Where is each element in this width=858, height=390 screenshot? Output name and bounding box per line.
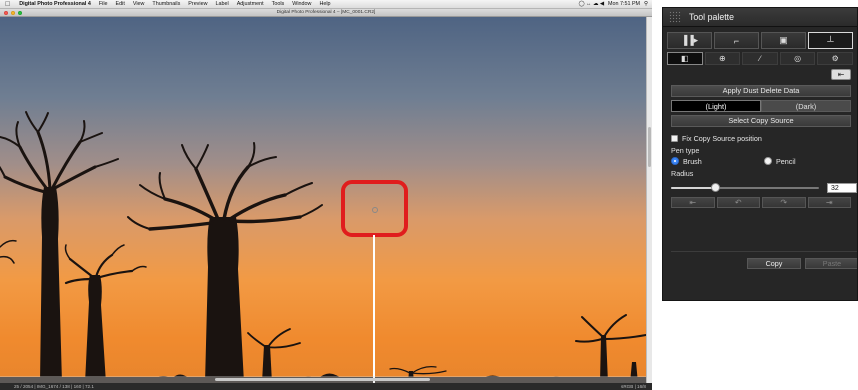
tool-palette: Tool palette ▐▐▸ ⌐ ▣ ┴ ◧ ⊕ ∕ ◎ ⚙ ⇤ Apply…	[662, 7, 858, 301]
menubar-status: ◯ ↔ ☁ ◀ Mon 7:51 PM ⚲	[579, 0, 648, 9]
menu-view[interactable]: View	[129, 0, 149, 9]
apple-icon[interactable]: 	[0, 0, 15, 9]
radius-slider-knob[interactable]	[711, 183, 720, 192]
apply-dust-delete-button[interactable]: Apply Dust Delete Data	[671, 85, 851, 97]
forward-end-icon: ⇥	[825, 198, 833, 207]
undo-icon: ↶	[734, 198, 742, 207]
paste-button[interactable]: Paste	[805, 258, 857, 269]
tab-stamp[interactable]: ┴	[808, 32, 853, 49]
pen-type-label: Pen type	[671, 146, 700, 155]
status-right: sRGB | 16/8	[621, 384, 646, 389]
window-controls	[4, 11, 22, 15]
palette-titlebar[interactable]: Tool palette	[663, 8, 857, 27]
undo-first-button[interactable]: ⇤	[671, 197, 715, 208]
tab-settings[interactable]: ⚙	[817, 52, 853, 65]
menu-adjustment[interactable]: Adjustment	[233, 0, 268, 9]
pen-pencil-option[interactable]: Pencil	[764, 157, 857, 166]
fix-copy-source-checkbox[interactable]	[671, 134, 678, 142]
redo-button[interactable]: ↷	[762, 197, 806, 208]
history-buttons: ⇤ ↶ ↷ ⇥	[671, 197, 851, 208]
callout-line	[373, 235, 375, 390]
menu-file[interactable]: File	[95, 0, 112, 9]
brush-label: Brush	[683, 156, 702, 166]
vertical-scroll-thumb[interactable]	[648, 127, 651, 167]
baobab-sunset-photo	[0, 17, 646, 383]
menubar-clock[interactable]: Mon 7:51 PM	[608, 0, 640, 9]
split-view-icon: ◧	[681, 54, 689, 63]
rewind-icon: ⇤	[689, 198, 697, 207]
fix-copy-source-label: Fix Copy Source position	[682, 133, 762, 143]
copy-button[interactable]: Copy	[747, 258, 801, 269]
tab-tone-curve[interactable]: ∕	[742, 52, 778, 65]
radius-value-input[interactable]: 32	[827, 183, 857, 193]
dark-button[interactable]: (Dark)	[761, 100, 851, 112]
undo-all-button[interactable]: ⇤	[831, 69, 851, 80]
menu-preview[interactable]: Preview	[184, 0, 211, 9]
horizontal-scrollbar[interactable]	[0, 376, 646, 383]
palette-sub-tabs: ◧ ⊕ ∕ ◎ ⚙	[663, 52, 857, 65]
tab-split-view[interactable]: ◧	[667, 52, 703, 65]
tab-color[interactable]: ◎	[779, 52, 816, 65]
window-title: Digital Photo Professional 4 – [MC_0001.…	[276, 10, 376, 15]
window-titlebar: Digital Photo Professional 4 – [MC_0001.…	[0, 9, 652, 17]
basic-adjust-icon: ▐▐▸	[680, 35, 699, 45]
menu-label[interactable]: Label	[211, 0, 232, 9]
palette-main-tabs: ▐▐▸ ⌐ ▣ ┴	[663, 32, 857, 49]
pen-type-radios: Brush Pencil	[671, 156, 857, 166]
redo-icon: ↷	[780, 198, 788, 207]
tone-curve-icon: ∕	[759, 54, 761, 63]
pencil-radio[interactable]	[764, 157, 772, 165]
spotlight-icon[interactable]: ⚲	[644, 0, 648, 9]
menu-thumbnails[interactable]: Thumbnails	[148, 0, 184, 9]
minimize-window-button[interactable]	[11, 11, 15, 15]
color-wheel-icon: ◎	[794, 54, 802, 63]
tab-basic-adjustment[interactable]: ▐▐▸	[667, 32, 712, 49]
menubar-status-icons[interactable]: ◯ ↔ ☁ ◀	[579, 0, 604, 9]
stamp-icon: ┴	[827, 35, 834, 46]
copy-paste-row: Copy Paste	[671, 251, 857, 269]
gear-icon: ⚙	[831, 54, 839, 63]
pencil-label: Pencil	[776, 156, 796, 166]
tab-crop[interactable]: ⌐	[714, 32, 759, 49]
radius-slider-fill	[671, 187, 715, 189]
vertical-scrollbar[interactable]	[646, 17, 652, 383]
dust-spot-marker	[372, 207, 378, 213]
screenshot-root:  Digital Photo Professional 4 File Edit…	[0, 0, 858, 390]
grip-icon[interactable]	[669, 11, 681, 23]
app-window:  Digital Photo Professional 4 File Edit…	[0, 0, 652, 390]
status-left: 25 / 2054 | IMG_1674 / 138 | 160 | 72.1	[14, 384, 94, 389]
status-bar: 25 / 2054 | IMG_1674 / 138 | 160 | 72.1 …	[0, 383, 652, 390]
image-icon: ▣	[779, 35, 788, 45]
magnify-icon: ⊕	[719, 54, 726, 63]
menu-bar:  Digital Photo Professional 4 File Edit…	[0, 0, 652, 9]
redo-last-button[interactable]: ⇥	[807, 197, 851, 208]
zoom-window-button[interactable]	[18, 11, 22, 15]
brush-radio[interactable]	[671, 157, 679, 165]
radius-label: Radius	[671, 169, 694, 178]
image-preview[interactable]	[0, 17, 646, 383]
undo-all-icon: ⇤	[837, 70, 845, 79]
close-window-button[interactable]	[4, 11, 8, 15]
pen-brush-option[interactable]: Brush	[671, 157, 764, 166]
horizontal-scroll-thumb[interactable]	[215, 378, 430, 381]
light-dark-toggle: (Light) (Dark)	[671, 100, 851, 112]
undo-row: ⇤	[663, 68, 857, 82]
light-button[interactable]: (Light)	[671, 100, 761, 112]
menu-app-name[interactable]: Digital Photo Professional 4	[15, 0, 95, 9]
menu-help[interactable]: Help	[315, 0, 334, 9]
menu-tools[interactable]: Tools	[268, 0, 289, 9]
crop-icon: ⌐	[733, 35, 740, 46]
tab-image[interactable]: ▣	[761, 32, 806, 49]
select-copy-source-button[interactable]: Select Copy Source	[671, 115, 851, 127]
radius-slider-row: 32	[671, 183, 857, 193]
palette-title: Tool palette	[689, 12, 734, 22]
menu-window[interactable]: Window	[288, 0, 315, 9]
undo-button[interactable]: ↶	[716, 197, 760, 208]
menu-edit[interactable]: Edit	[112, 0, 129, 9]
tab-magnify[interactable]: ⊕	[704, 52, 741, 65]
fix-copy-source-row: Fix Copy Source position	[671, 133, 857, 143]
